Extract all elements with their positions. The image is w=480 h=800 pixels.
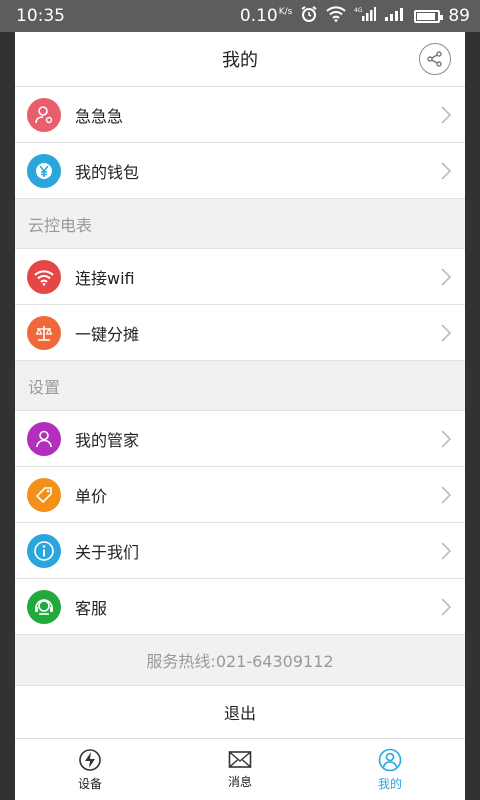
page-title: 我的 [222,50,258,71]
status-icons: 0.10K/s 4G 89 [240,5,470,28]
chevron-right-icon [441,162,451,180]
chevron-right-icon [441,430,451,448]
logout-button[interactable]: 退出 [15,685,465,739]
section-header-cloud-meter: 云控电表 [15,199,465,249]
menu-item-connect-wifi[interactable]: 连接wifi [15,249,465,305]
tab-devices[interactable]: 设备 [15,739,165,800]
wifi-status-icon [326,5,347,27]
chevron-right-icon [441,268,451,286]
svg-text:4G: 4G [354,7,363,14]
app-screen: 我的 急急急 我的钱包 云控电表 连接wifi 一键分摊 设置 我的管家 单价 … [15,32,465,800]
status-bar: 10:35 0.10K/s 4G 89 [0,0,480,32]
alarm-icon [300,5,318,28]
chevron-right-icon [441,106,451,124]
chevron-right-icon [441,324,451,342]
share-button[interactable] [419,43,451,75]
menu-item-wallet[interactable]: 我的钱包 [15,143,465,199]
menu-item-label: 一键分摊 [75,324,140,344]
tab-label: 消息 [227,774,252,789]
chevron-right-icon [441,542,451,560]
chevron-right-icon [441,598,451,616]
menu-item-about-us[interactable]: 关于我们 [15,523,465,579]
signal-4g-icon: 4G [354,6,377,27]
battery-level: 89 [448,6,470,26]
tab-label: 我的 [377,776,402,791]
bottom-tab-bar: 设备 消息 我的 [15,738,465,800]
menu-item-urgent[interactable]: 急急急 [15,87,465,143]
tab-mine[interactable]: 我的 [315,739,465,800]
envelope-icon [228,750,252,768]
menu-item-label: 单价 [75,486,108,506]
menu-item-label: 连接wifi [75,268,135,288]
headset-icon [27,589,61,624]
menu-item-label: 关于我们 [75,542,140,562]
info-icon [27,533,61,568]
user-gear-icon [27,97,61,132]
menu-item-label: 我的管家 [75,430,140,450]
menu-item-split-bill[interactable]: 一键分摊 [15,305,465,361]
share-icon [427,51,442,67]
title-bar: 我的 [15,32,465,87]
person-icon [27,421,61,456]
battery-icon [414,9,444,23]
price-tag-icon [27,477,61,512]
status-time: 10:35 [16,6,65,26]
network-speed: 0.10K/s [239,6,293,26]
menu-item-label: 客服 [75,598,108,618]
menu-item-my-butler[interactable]: 我的管家 [15,411,465,467]
chevron-right-icon [441,486,451,504]
service-hotline: 服务热线:021-64309112 [146,652,334,671]
lightning-icon [79,748,101,771]
menu-item-label: 急急急 [75,106,124,126]
menu-item-label: 我的钱包 [75,162,140,182]
menu-item-unit-price[interactable]: 单价 [15,467,465,523]
person-icon [378,748,402,771]
scale-icon [27,315,61,350]
menu-item-customer-service[interactable]: 客服 [15,579,465,635]
tab-messages[interactable]: 消息 [165,739,315,800]
wifi-icon [27,259,61,294]
yen-icon [27,153,61,188]
signal-icon [384,6,406,27]
tab-label: 设备 [77,776,102,791]
section-header-settings: 设置 [15,361,465,411]
